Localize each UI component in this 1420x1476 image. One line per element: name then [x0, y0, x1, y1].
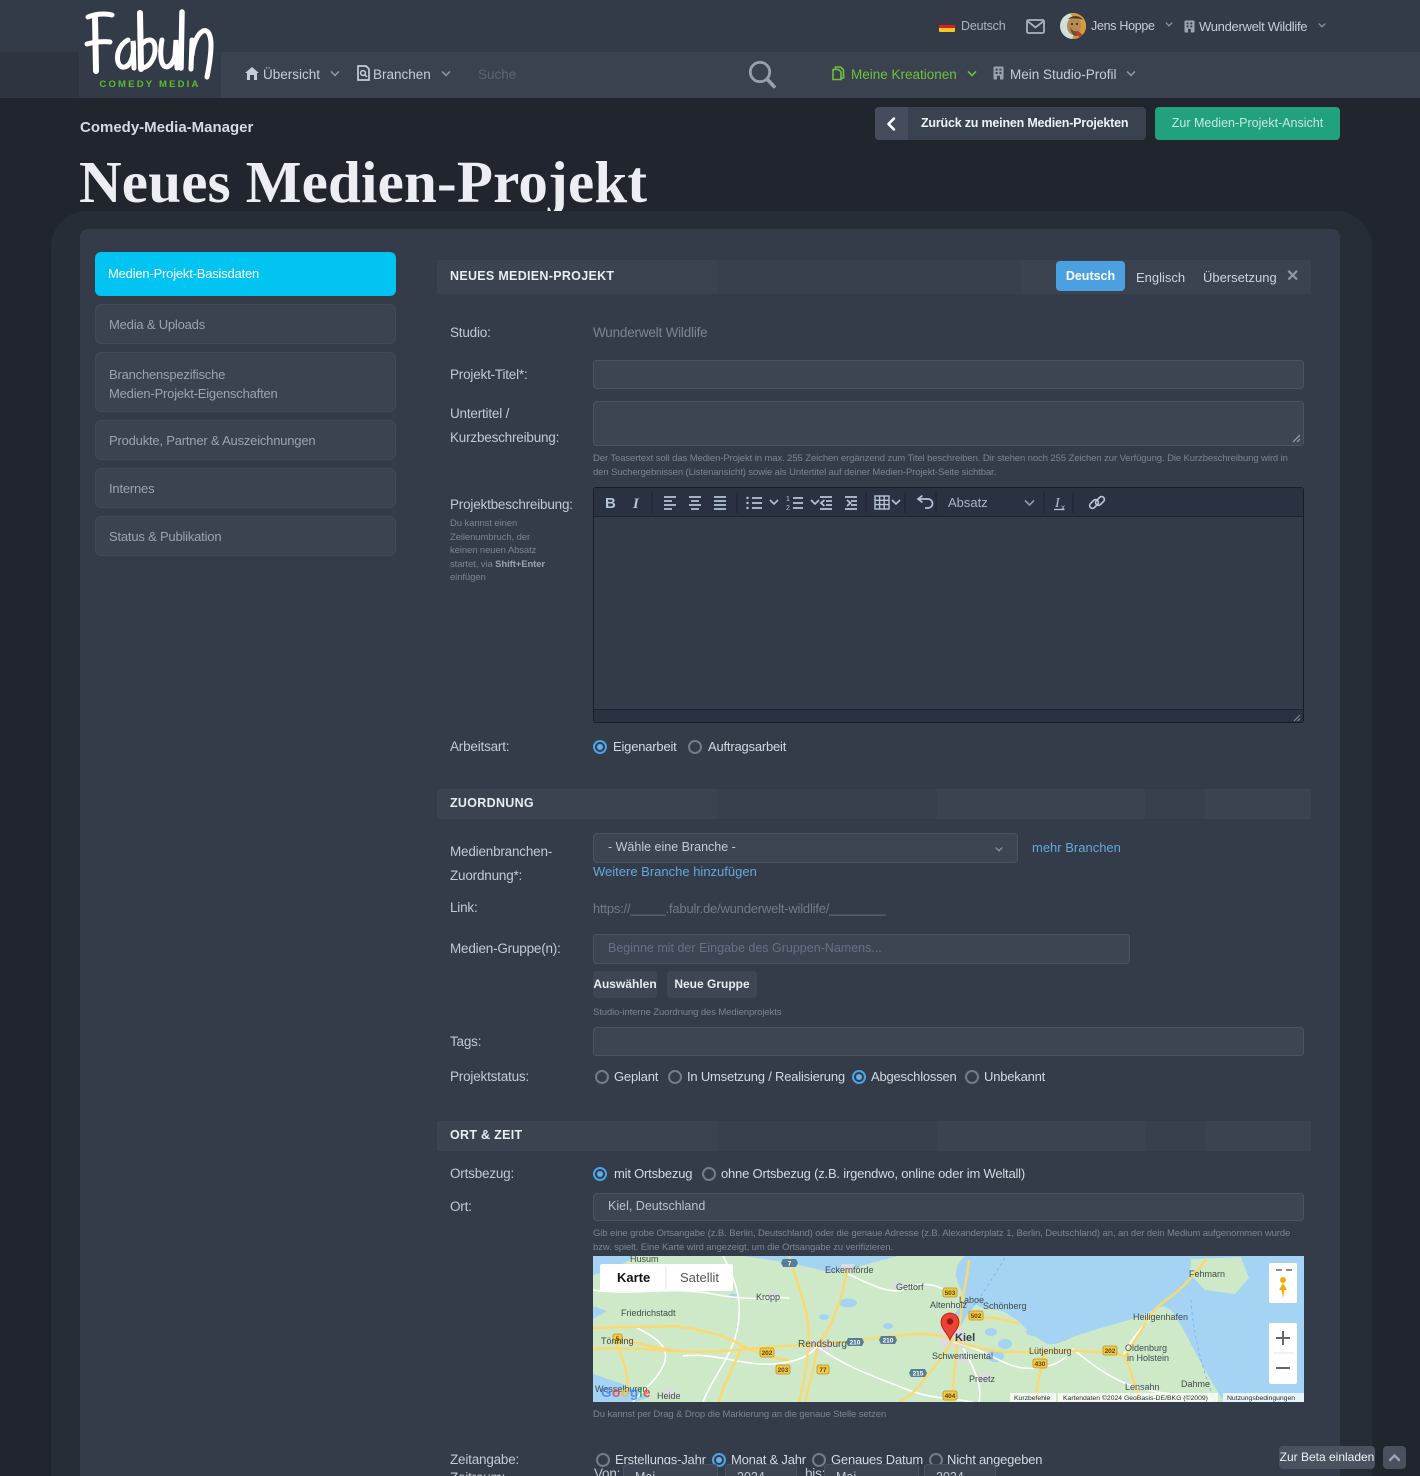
svg-text:Schönberg: Schönberg — [983, 1301, 1027, 1311]
svg-text:Nutzungsbedingungen: Nutzungsbedingungen — [1227, 1395, 1295, 1402]
svg-text:g: g — [630, 1385, 638, 1400]
svg-text:Karte: Karte — [617, 1270, 650, 1285]
svg-text:o: o — [621, 1385, 629, 1400]
svg-text:210: 210 — [883, 1338, 894, 1345]
svg-text:503: 503 — [945, 1290, 956, 1297]
svg-text:Eckernförde: Eckernförde — [825, 1265, 874, 1275]
svg-text:210: 210 — [850, 1340, 861, 1347]
svg-text:G: G — [601, 1385, 612, 1400]
svg-text:Oldenburg: Oldenburg — [1125, 1343, 1167, 1353]
svg-text:202: 202 — [762, 1350, 773, 1357]
svg-text:Preetz: Preetz — [969, 1374, 996, 1384]
svg-text:o: o — [612, 1385, 620, 1400]
svg-text:Rendsburg: Rendsburg — [798, 1339, 847, 1350]
svg-text:2: 2 — [786, 505, 790, 512]
svg-text:502: 502 — [971, 1313, 982, 1320]
svg-text:Kiel: Kiel — [955, 1332, 975, 1344]
svg-text:I: I — [632, 496, 640, 512]
svg-text:I: I — [1054, 496, 1061, 511]
svg-text:Kropp: Kropp — [756, 1292, 780, 1302]
svg-text:e: e — [643, 1385, 651, 1400]
svg-text:x: x — [1061, 503, 1065, 512]
svg-text:Gettorf: Gettorf — [896, 1282, 924, 1292]
svg-text:COMEDY MEDIA: COMEDY MEDIA — [99, 79, 200, 90]
svg-text:404: 404 — [945, 1393, 956, 1400]
svg-text:Heide: Heide — [657, 1391, 681, 1401]
svg-text:Dahme: Dahme — [1181, 1379, 1210, 1389]
svg-text:1: 1 — [786, 496, 790, 503]
svg-text:Heiligenhafen: Heiligenhafen — [1133, 1312, 1188, 1322]
svg-text:Schwentinental: Schwentinental — [932, 1351, 993, 1361]
svg-text:Husum: Husum — [630, 1256, 659, 1264]
svg-text:77: 77 — [819, 1367, 827, 1374]
svg-text:Kartendaten ©2024 GeoBasis-DE/: Kartendaten ©2024 GeoBasis-DE/BKG (©2009… — [1063, 1394, 1208, 1402]
svg-text:7: 7 — [788, 1261, 792, 1268]
svg-text:Tönning: Tönning — [601, 1336, 634, 1346]
svg-text:Friedrichstadt: Friedrichstadt — [621, 1308, 676, 1318]
svg-text:Fehmarn: Fehmarn — [1189, 1269, 1225, 1279]
svg-text:Absatz: Absatz — [948, 495, 988, 510]
svg-text:Satellit: Satellit — [680, 1270, 719, 1285]
svg-text:202: 202 — [1105, 1348, 1116, 1355]
svg-text:B: B — [605, 495, 616, 512]
svg-text:Lütjenburg: Lütjenburg — [1029, 1346, 1072, 1356]
svg-text:Laboe: Laboe — [959, 1295, 984, 1305]
svg-text:430: 430 — [1035, 1361, 1046, 1368]
svg-text:203: 203 — [778, 1367, 789, 1374]
svg-text:in Holstein: in Holstein — [1127, 1353, 1169, 1363]
svg-text:Kurzbefehle: Kurzbefehle — [1014, 1395, 1050, 1402]
svg-text:215: 215 — [913, 1371, 924, 1378]
svg-text:Lensahn: Lensahn — [1125, 1382, 1160, 1392]
